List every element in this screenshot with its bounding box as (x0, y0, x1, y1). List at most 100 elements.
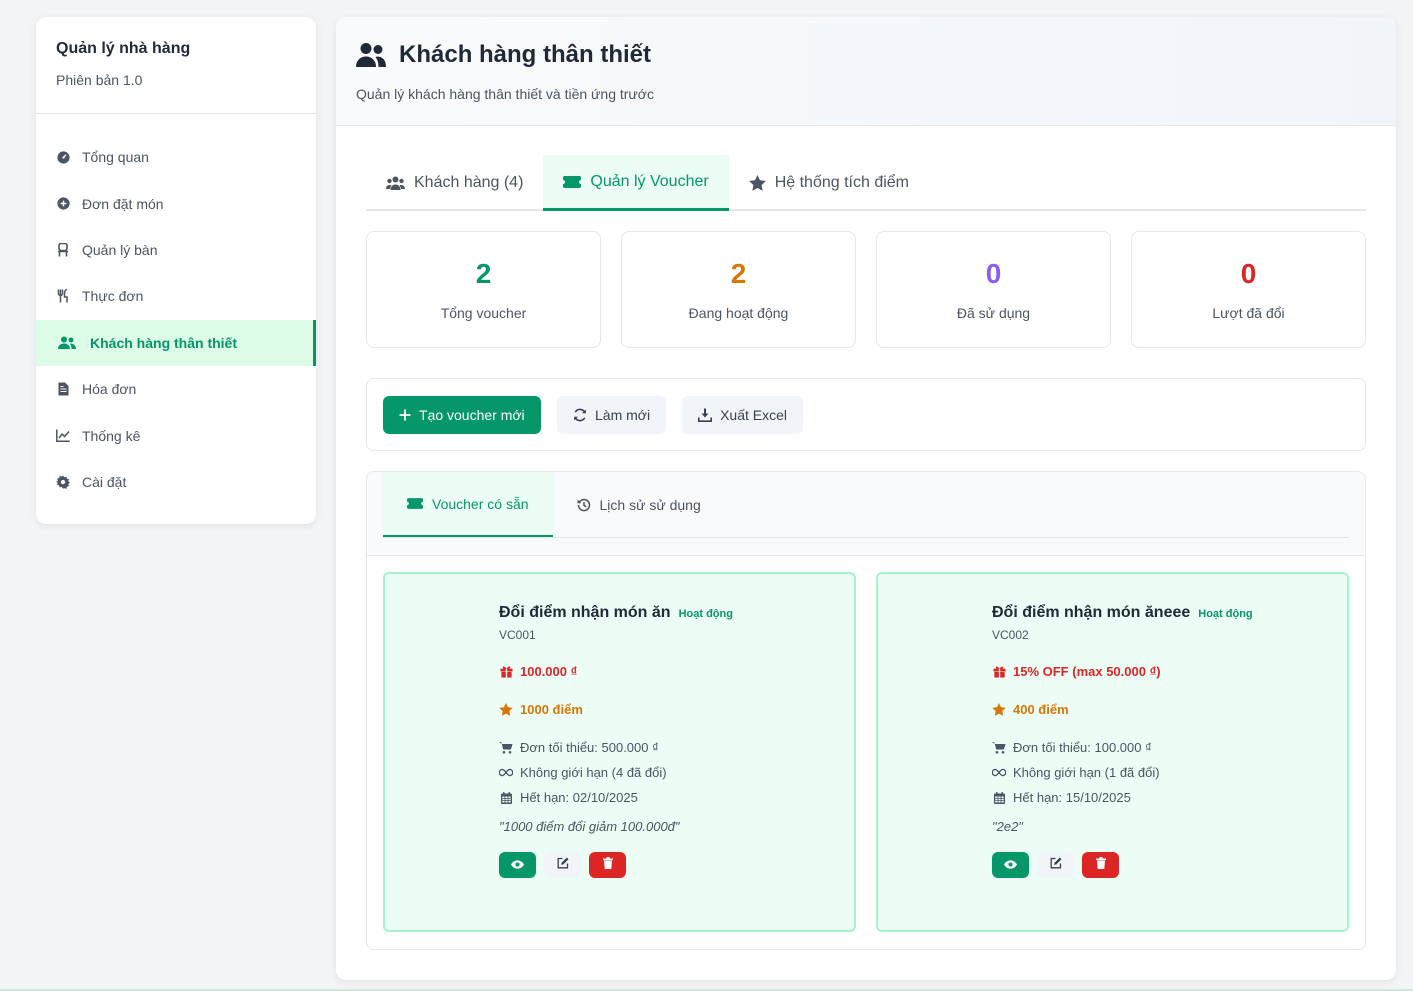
trash-icon (1095, 856, 1106, 874)
voucher-points: 400 điểm (992, 702, 1347, 717)
page-header: Khách hàng thân thiết Quản lý khách hàng… (336, 17, 1396, 126)
stats-row: 2 Tổng voucher 2 Đang hoạt động 0 Đã sử … (366, 231, 1366, 348)
button-label: Xuất Excel (720, 406, 788, 423)
sidebar-item-label: Thống kê (82, 427, 141, 444)
sidebar-item-overview[interactable]: Tổng quan (36, 134, 316, 180)
voucher-limit-text: Không giới hạn (4 đã đổi) (520, 765, 667, 780)
voucher-description: "1000 điểm đổi giảm 100.000đ" (499, 819, 680, 834)
voucher-subtabs-header: Voucher có sẵn Lịch sử sử dụng (367, 472, 1365, 556)
gift-icon (499, 665, 513, 678)
refresh-button[interactable]: Làm mới (557, 395, 667, 434)
stat-label: Tổng voucher (440, 305, 527, 321)
plus-icon (399, 409, 411, 421)
button-label: Tạo voucher mới (419, 406, 525, 423)
users-icon (356, 42, 386, 68)
voucher-card-list: Đổi điểm nhận món ăn Hoạt động VC001 100… (367, 556, 1365, 948)
delete-button[interactable] (589, 852, 626, 878)
page-subtitle: Quản lý khách hàng thân thiết và tiền ứn… (356, 86, 654, 102)
voucher-points: 1000 điểm (499, 702, 854, 717)
stat-card-total: 2 Tổng voucher (366, 231, 601, 348)
voucher-toolbar: Tạo voucher mới Làm mới Xuất Excel (366, 378, 1366, 451)
voucher-panel: Voucher có sẵn Lịch sử sử dụng Đổi điểm … (366, 471, 1366, 950)
voucher-expiry-text: Hết hạn: 02/10/2025 (520, 790, 638, 805)
voucher-expiry-text: Hết hạn: 15/10/2025 (1013, 790, 1131, 805)
tab-points-system[interactable]: Hệ thống tích điểm (729, 155, 929, 211)
sidebar-item-statistics[interactable]: Thống kê (36, 412, 316, 458)
voucher-expiry: Hết hạn: 02/10/2025 (499, 790, 854, 805)
subtab-label: Voucher có sẵn (432, 495, 529, 512)
voucher-limit: Không giới hạn (1 đã đổi) (992, 765, 1347, 780)
tab-label: Quản lý Voucher (590, 172, 709, 190)
voucher-value: 100.000 ₫ (499, 664, 854, 679)
calendar-icon (992, 791, 1006, 804)
users-icon (386, 176, 405, 191)
cart-icon (992, 741, 1006, 754)
sidebar-item-label: Khách hàng thân thiết (90, 334, 237, 351)
voucher-title-row: Đổi điểm nhận món ăneee Hoạt động (992, 604, 1347, 622)
app-title: Quản lý nhà hàng (56, 40, 191, 57)
voucher-expiry: Hết hạn: 15/10/2025 (992, 790, 1347, 805)
create-voucher-button[interactable]: Tạo voucher mới (383, 395, 541, 434)
cart-icon (499, 741, 513, 754)
edit-button[interactable] (1037, 852, 1074, 878)
stat-value: 2 (475, 258, 492, 289)
sidebar-item-label: Thực đơn (82, 288, 144, 305)
delete-button[interactable] (1082, 852, 1119, 878)
stat-card-active: 2 Đang hoạt động (621, 231, 856, 348)
tab-label: Khách hàng (4) (414, 174, 524, 191)
star-icon (992, 703, 1006, 716)
voucher-card: Đổi điểm nhận món ăneee Hoạt động VC002 … (876, 572, 1349, 932)
view-button[interactable] (992, 852, 1029, 878)
chair-icon (56, 242, 70, 257)
voucher-limit: Không giới hạn (4 đã đổi) (499, 765, 854, 780)
subtab-usage-history[interactable]: Lịch sử sử dụng (553, 472, 725, 537)
tab-customers[interactable]: Khách hàng (4) (366, 155, 543, 211)
history-icon (577, 498, 591, 512)
sidebar-item-loyal-customers[interactable]: Khách hàng thân thiết (36, 319, 316, 367)
sidebar-item-tables[interactable]: Quản lý bàn (36, 227, 316, 273)
voucher-code: VC001 (499, 628, 536, 642)
sidebar-item-settings[interactable]: Cài đặt (36, 459, 316, 505)
voucher-value: 15% OFF (max 50.000 ₫) (992, 664, 1347, 679)
sidebar-item-label: Tổng quan (82, 149, 149, 166)
sidebar-item-invoices[interactable]: Hóa đơn (36, 366, 316, 412)
page-title: Khách hàng thân thiết (356, 41, 1376, 69)
stat-value: 0 (1240, 258, 1257, 289)
stat-value: 2 (730, 258, 747, 289)
sidebar-item-orders[interactable]: Đơn đặt món (36, 180, 316, 226)
eye-icon (511, 856, 524, 874)
sidebar-item-menu[interactable]: Thực đơn (36, 273, 316, 319)
stat-label: Lượt đã đổi (1212, 305, 1285, 321)
subtab-available-vouchers[interactable]: Voucher có sẵn (383, 472, 553, 537)
refresh-icon (573, 408, 587, 422)
view-button[interactable] (499, 852, 536, 878)
gear-icon (56, 475, 70, 489)
sidebar-item-label: Hóa đơn (82, 381, 137, 398)
gift-icon (992, 665, 1006, 678)
voucher-limit-text: Không giới hạn (1 đã đổi) (1013, 765, 1160, 780)
star-icon (748, 175, 766, 191)
stat-card-redeemed: 0 Lượt đã đổi (1131, 231, 1366, 348)
voucher-min-order-text: Đơn tối thiểu: 100.000 ₫ (1013, 740, 1152, 755)
dashboard-icon (56, 150, 70, 164)
tab-voucher[interactable]: Quản lý Voucher (543, 155, 729, 211)
voucher-title: Đổi điểm nhận món ăneee (992, 604, 1191, 621)
tab-label: Hệ thống tích điểm (774, 174, 909, 191)
sidebar-item-label: Quản lý bàn (82, 241, 158, 258)
download-icon (698, 408, 713, 422)
edit-icon (1050, 856, 1062, 874)
sidebar-item-label: Đơn đặt món (82, 195, 164, 212)
export-excel-button[interactable]: Xuất Excel (682, 395, 804, 434)
sidebar: Quản lý nhà hàng Phiên bản 1.0 Tổng quan… (36, 17, 316, 524)
voucher-min-order-text: Đơn tối thiểu: 500.000 ₫ (520, 740, 659, 755)
voucher-points-text: 400 điểm (1013, 702, 1069, 717)
voucher-title: Đổi điểm nhận món ăn (499, 604, 671, 621)
voucher-min-order: Đơn tối thiểu: 500.000 ₫ (499, 740, 854, 755)
edit-button[interactable] (544, 852, 581, 878)
voucher-actions (499, 852, 854, 878)
voucher-value-text: 15% OFF (max 50.000 ₫) (1013, 664, 1161, 679)
file-icon (56, 382, 70, 396)
voucher-description: "2e2" (992, 819, 1023, 834)
calendar-icon (499, 791, 513, 804)
stat-value: 0 (985, 258, 1002, 289)
